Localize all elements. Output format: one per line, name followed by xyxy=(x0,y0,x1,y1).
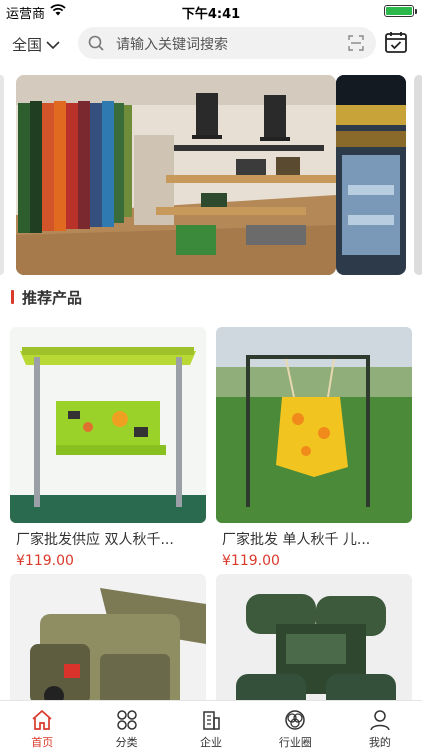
product-name[interactable]: 厂家批发供应 双人秋千... xyxy=(10,529,206,549)
top-header: 全国 请输入关键词搜索 xyxy=(0,22,422,66)
banner-slide-far xyxy=(414,75,422,275)
clock: 下午4:41 xyxy=(181,7,241,22)
calendar-check-icon[interactable] xyxy=(384,30,408,54)
banner-slide-main[interactable] xyxy=(16,75,336,275)
banner-carousel[interactable] xyxy=(0,75,422,275)
search-icon xyxy=(88,35,104,51)
product-name[interactable]: 厂家批发 单人秋千 儿... xyxy=(216,529,412,549)
battery-icon xyxy=(384,5,417,17)
tab-enterprise[interactable]: 企业 xyxy=(169,701,253,750)
banner-slide-prev[interactable] xyxy=(0,75,4,275)
scan-icon[interactable] xyxy=(348,35,364,51)
tab-industry-circle[interactable]: 行业圈 xyxy=(253,701,337,750)
search-placeholder: 请输入关键词搜索 xyxy=(116,37,228,53)
banner-next-image xyxy=(336,75,406,275)
product-price: ¥119.00 xyxy=(222,553,280,569)
city-selector[interactable]: 全国 xyxy=(12,34,60,55)
section-header: 推荐产品 xyxy=(11,287,82,307)
tab-home-label: 首页 xyxy=(31,736,54,749)
product-image[interactable] xyxy=(216,327,412,523)
tab-mine[interactable]: 我的 xyxy=(338,701,422,750)
building-icon xyxy=(203,711,220,730)
tab-home[interactable]: 首页 xyxy=(0,701,84,750)
circles-icon xyxy=(285,710,306,730)
tab-industry-circle-label: 行业圈 xyxy=(278,736,312,749)
banner-slide-next[interactable] xyxy=(336,75,406,275)
section-accent-bar xyxy=(11,290,14,304)
section-title: 推荐产品 xyxy=(22,288,83,307)
banner-image xyxy=(16,75,336,275)
product-card[interactable]: 厂家批发供应 双人秋千... ¥119.00 xyxy=(10,327,206,569)
category-icon xyxy=(116,710,137,730)
search-input[interactable]: 请输入关键词搜索 xyxy=(78,27,376,59)
product-card[interactable]: 厂家批发 单人秋千 儿... ¥119.00 xyxy=(216,327,412,569)
tab-category-label: 分类 xyxy=(115,736,138,749)
chevron-down-icon xyxy=(46,40,60,49)
tab-category[interactable]: 分类 xyxy=(84,701,168,750)
status-bar: 运营商 下午4:41 xyxy=(0,0,422,22)
bottom-tab-bar: 首页 分类 企业 行业圈 我的 xyxy=(0,700,422,750)
product-image[interactable] xyxy=(10,327,206,523)
city-label: 全国 xyxy=(12,36,43,54)
user-icon xyxy=(370,710,390,731)
tab-enterprise-label: 企业 xyxy=(200,736,223,749)
home-icon xyxy=(32,709,52,730)
tab-mine-label: 我的 xyxy=(368,736,391,749)
product-price: ¥119.00 xyxy=(16,553,74,569)
